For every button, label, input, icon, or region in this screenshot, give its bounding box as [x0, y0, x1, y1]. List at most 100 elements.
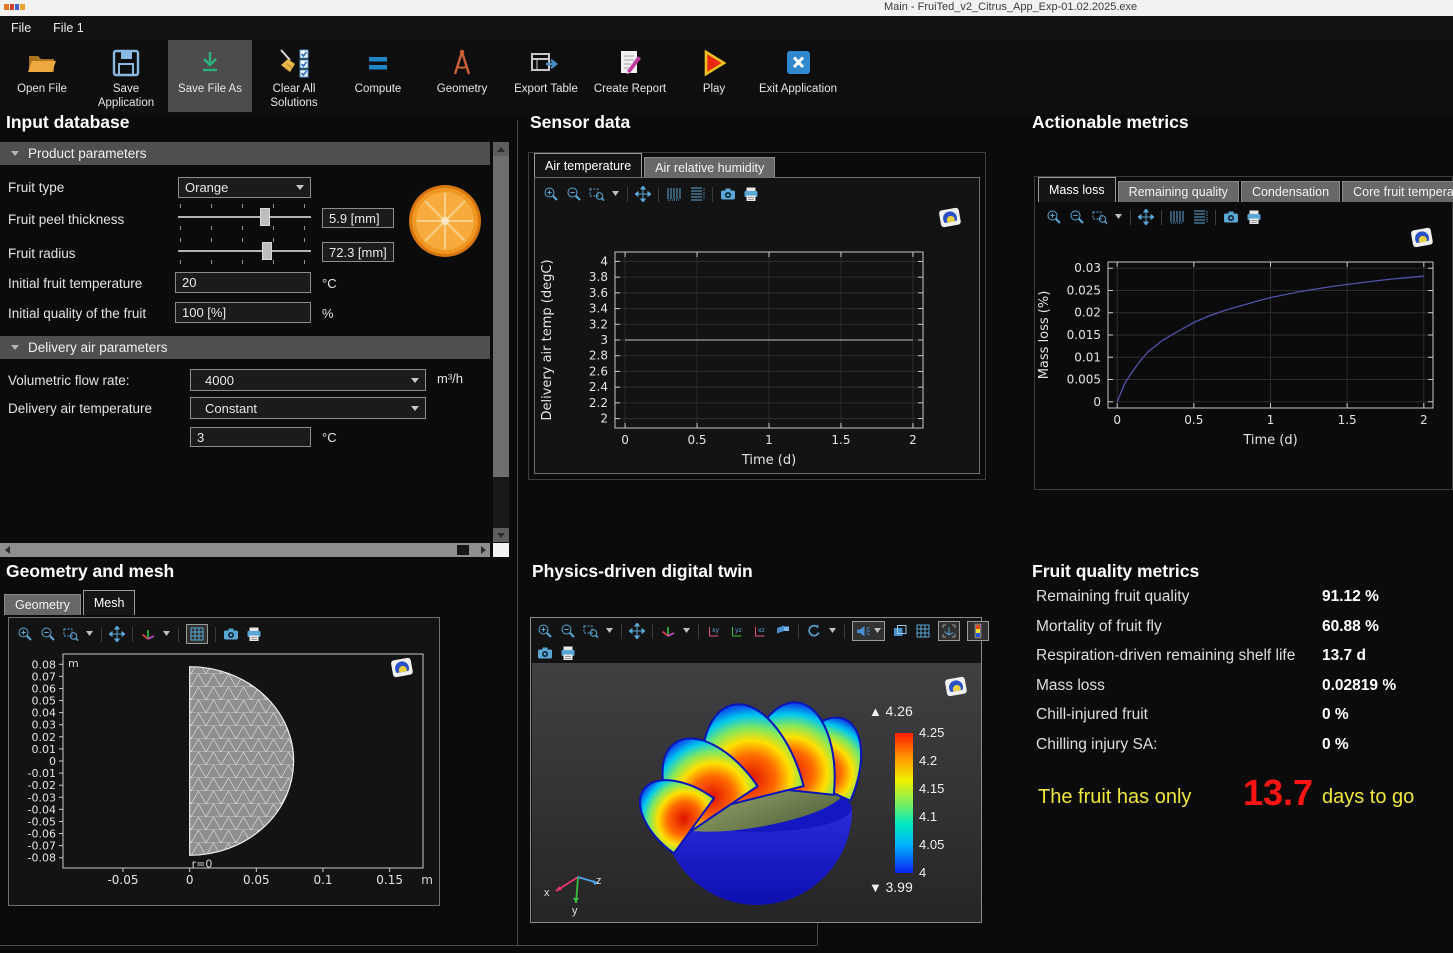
print-icon[interactable]: [1246, 209, 1262, 225]
scrollbar-thumb[interactable]: [457, 545, 469, 555]
create-report-button[interactable]: Create Report: [588, 40, 672, 112]
volumetric-flow-rate-select[interactable]: 4000: [190, 369, 426, 391]
tab-condensation[interactable]: Condensation: [1241, 181, 1340, 202]
view-xy-icon[interactable]: [706, 623, 722, 639]
axis-orientation-icon[interactable]: [140, 626, 156, 642]
delivery-air-temp-value-input[interactable]: 3: [190, 427, 311, 447]
zoom-extents-icon[interactable]: [109, 626, 125, 642]
x-axis-grid-icon[interactable]: [1169, 209, 1185, 225]
snapshot-icon[interactable]: [1223, 209, 1239, 225]
open-file-button[interactable]: Open File: [0, 40, 84, 112]
tab-mass-loss[interactable]: Mass loss: [1038, 177, 1116, 202]
view-xz-icon[interactable]: [752, 623, 768, 639]
chevron-down-icon[interactable]: [163, 631, 171, 637]
axis-orientation-icon[interactable]: [660, 623, 676, 639]
zoom-in-icon[interactable]: [543, 186, 559, 202]
zoom-box-icon[interactable]: [583, 623, 599, 639]
fruit-radius-value[interactable]: 72.3 [mm]: [322, 242, 394, 262]
mass-loss-chart[interactable]: 00.511.5200.0050.010.0150.020.0250.03Tim…: [1036, 250, 1447, 450]
zoom-extents-icon[interactable]: [635, 186, 651, 202]
export-table-button[interactable]: Export Table: [504, 40, 588, 112]
tab-geometry[interactable]: Geometry: [4, 594, 81, 615]
grid-toggle[interactable]: [186, 624, 208, 644]
delivery-air-parameters-header[interactable]: Delivery air parameters: [0, 336, 490, 359]
fruit-radius-slider[interactable]: [178, 238, 311, 264]
exit-application-button[interactable]: Exit Application: [756, 40, 840, 112]
geometry-button[interactable]: Geometry: [420, 40, 504, 112]
save-file-as-button[interactable]: Save File As: [168, 40, 252, 112]
compute-button[interactable]: Compute: [336, 40, 420, 112]
mesh-chart[interactable]: r=0-0.0500.050.10.150.080.070.060.050.04…: [11, 648, 437, 902]
comsol-logo-button[interactable]: [389, 656, 415, 680]
scene-light-toggle[interactable]: [852, 621, 885, 641]
digital-twin-3d-view[interactable]: ▲ 4.26 4.25 4.2 4.15 4.1 4.05 4 ▼ 3.99 x: [532, 663, 981, 922]
save-application-button[interactable]: Save Application: [84, 40, 168, 112]
zoom-box-icon[interactable]: [589, 186, 605, 202]
zoom-extents-icon[interactable]: [1138, 209, 1154, 225]
scroll-down-button[interactable]: [493, 528, 509, 542]
zoom-in-icon[interactable]: [17, 626, 33, 642]
zoom-out-icon[interactable]: [1069, 209, 1085, 225]
scroll-up-button[interactable]: [493, 142, 509, 156]
comsol-logo-button[interactable]: [1409, 226, 1435, 250]
slider-thumb[interactable]: [260, 208, 270, 226]
zoom-box-icon[interactable]: [63, 626, 79, 642]
print-icon[interactable]: [743, 186, 759, 202]
slider-thumb[interactable]: [262, 242, 272, 260]
zoom-in-icon[interactable]: [1046, 209, 1062, 225]
zoom-out-icon[interactable]: [566, 186, 582, 202]
print-icon[interactable]: [246, 626, 262, 642]
zoom-box-icon[interactable]: [1092, 209, 1108, 225]
zoom-out-icon[interactable]: [40, 626, 56, 642]
scroll-left-button[interactable]: [0, 543, 14, 557]
view-yz-icon[interactable]: [729, 623, 745, 639]
chevron-down-icon[interactable]: [606, 628, 614, 634]
svg-text:0.01: 0.01: [1074, 350, 1101, 364]
tab-remaining-quality[interactable]: Remaining quality: [1118, 181, 1239, 202]
play-button[interactable]: Play: [672, 40, 756, 112]
initial-fruit-temperature-input[interactable]: 20: [175, 272, 311, 293]
delivery-air-temperature-select[interactable]: Constant: [190, 397, 426, 419]
perspective-icon[interactable]: [775, 623, 791, 639]
chevron-down-icon[interactable]: [829, 628, 837, 634]
fruit-peel-thickness-value[interactable]: 5.9 [mm]: [322, 208, 394, 228]
colorbar-tick: 4: [919, 865, 926, 880]
y-axis-grid-icon[interactable]: [689, 186, 705, 202]
snapshot-icon[interactable]: [223, 626, 239, 642]
comsol-logo-button[interactable]: [943, 675, 969, 699]
comsol-logo-button[interactable]: [937, 206, 963, 230]
colorbar-toggle[interactable]: [967, 621, 989, 641]
air-temperature-chart[interactable]: 00.511.5222.22.42.62.833.23.43.63.84Time…: [539, 242, 975, 470]
x-axis-grid-icon[interactable]: [666, 186, 682, 202]
tab-air-temperature[interactable]: Air temperature: [534, 153, 642, 178]
chevron-down-icon[interactable]: [683, 628, 691, 634]
fruit-type-select[interactable]: Orange: [178, 177, 311, 198]
chevron-down-icon[interactable]: [612, 191, 620, 197]
product-parameters-header[interactable]: Product parameters: [0, 142, 490, 165]
menu-file[interactable]: File: [0, 21, 42, 35]
tab-air-relative-humidity[interactable]: Air relative humidity: [644, 157, 775, 178]
snapshot-icon[interactable]: [720, 186, 736, 202]
scroll-right-button[interactable]: [476, 543, 490, 557]
zoom-in-icon[interactable]: [537, 623, 553, 639]
y-axis-grid-icon[interactable]: [1192, 209, 1208, 225]
scene-icon[interactable]: [892, 623, 908, 639]
print-icon[interactable]: [560, 645, 576, 661]
snapshot-icon[interactable]: [537, 645, 553, 661]
clear-all-solutions-button[interactable]: Clear All Solutions: [252, 40, 336, 112]
rotate-icon[interactable]: [806, 623, 822, 639]
scrollbar-thumb[interactable]: [493, 156, 509, 477]
fruit-peel-thickness-slider[interactable]: [178, 204, 311, 230]
horizontal-scrollbar[interactable]: [0, 543, 490, 557]
chevron-down-icon[interactable]: [1115, 214, 1123, 220]
tab-core-fruit-temperature[interactable]: Core fruit temperature: [1342, 181, 1453, 202]
vertical-scrollbar[interactable]: [493, 142, 509, 542]
zoom-extents-icon[interactable]: [629, 623, 645, 639]
initial-quality-input[interactable]: 100 [%]: [175, 302, 311, 323]
chevron-down-icon[interactable]: [86, 631, 94, 637]
zoom-out-icon[interactable]: [560, 623, 576, 639]
axis-box-toggle[interactable]: [938, 621, 960, 641]
grid-icon[interactable]: [915, 623, 931, 639]
menu-file-1[interactable]: File 1: [42, 21, 95, 35]
tab-mesh[interactable]: Mesh: [83, 590, 136, 615]
